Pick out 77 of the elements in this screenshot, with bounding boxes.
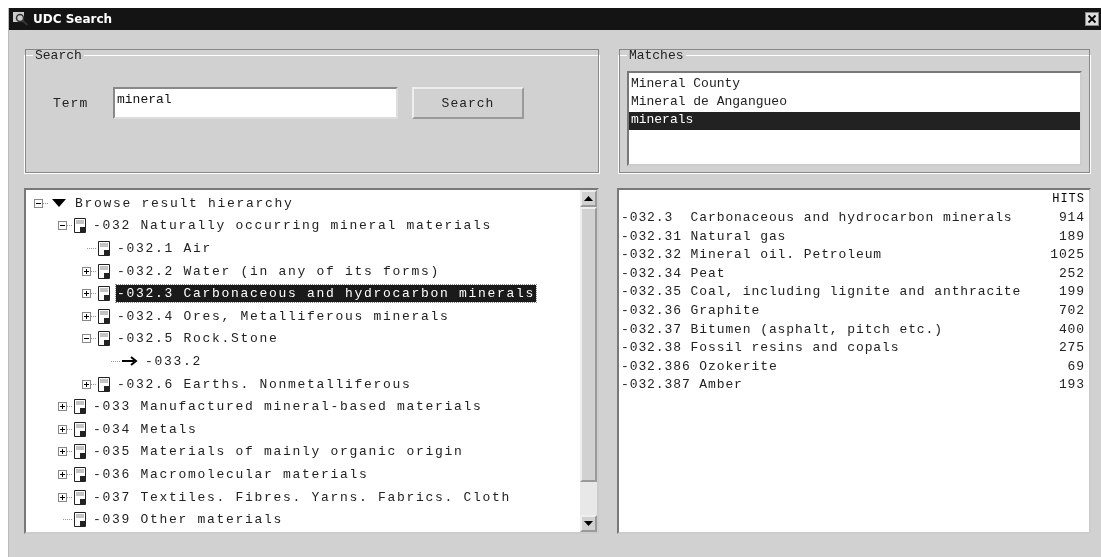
hits-count: 275 — [1058, 340, 1085, 358]
match-item[interactable]: Mineral de Angangueo — [628, 94, 1080, 112]
result-label: -032.36 Graphite — [621, 302, 761, 320]
document-icon — [98, 263, 110, 279]
collapse-icon[interactable] — [34, 198, 43, 208]
expand-icon[interactable] — [82, 266, 91, 276]
expand-icon[interactable] — [82, 311, 91, 321]
tree-item[interactable]: -033.2 — [144, 352, 203, 370]
hits-count: 1025 — [1050, 247, 1085, 265]
match-item[interactable]: Mineral County — [628, 76, 1080, 94]
document-icon — [98, 331, 110, 347]
collapse-icon[interactable] — [58, 221, 67, 231]
collapse-icon[interactable] — [82, 334, 91, 344]
document-icon — [74, 421, 86, 437]
hits-count: 400 — [1058, 321, 1085, 339]
expand-icon[interactable] — [82, 379, 91, 389]
result-label: -032.3 Carbonaceous and hydrocarbon minerals — [621, 210, 1013, 227]
result-label: -032.386 Ozokerite — [621, 358, 778, 376]
expand-icon[interactable] — [58, 492, 67, 502]
hits-count: 193 — [1058, 377, 1085, 395]
result-label: -032.34 Peat — [621, 265, 726, 283]
tree-item[interactable]: -034 Metals — [92, 420, 199, 438]
hits-count: 252 — [1058, 265, 1085, 283]
search-button[interactable]: Search — [412, 87, 524, 119]
result-label: -032.35 Coal, including lignite and anthracite — [621, 284, 1022, 302]
result-label: -032.37 Bitumen (asphalt, pitch etc.) — [621, 321, 943, 339]
document-icon — [98, 286, 110, 302]
match-item[interactable]: minerals — [628, 112, 1080, 130]
term-label: Term — [53, 95, 90, 111]
group-label: Matches — [627, 48, 685, 63]
tree-item[interactable]: -032 Naturally occurring mineral materials — [92, 217, 494, 235]
tree-item[interactable]: -037 Textiles. Fibres. Yarns. Fabrics. Cloth — [92, 488, 513, 506]
document-icon — [98, 376, 110, 392]
up-arrow-icon[interactable] — [584, 196, 593, 201]
document-icon — [98, 308, 110, 324]
hits-count: 189 — [1058, 228, 1085, 246]
group-label: Search — [34, 48, 83, 63]
close-icon[interactable] — [1085, 12, 1099, 26]
expand-icon[interactable] — [58, 447, 67, 457]
arrow-icon — [122, 356, 138, 367]
expand-icon[interactable] — [58, 424, 67, 434]
tree-item[interactable]: -032.1 Air — [116, 240, 213, 257]
expand-icon[interactable] — [82, 289, 91, 299]
result-label: -032.32 Mineral oil. Petroleum — [621, 247, 883, 265]
tree-item[interactable]: -032.5 Rock.Stone — [116, 330, 280, 348]
hits-count: 199 — [1058, 284, 1085, 302]
document-icon — [74, 399, 86, 415]
scrollbar[interactable] — [580, 190, 597, 532]
expand-icon[interactable] — [58, 469, 67, 479]
magnifier-icon — [13, 12, 29, 26]
tree-item[interactable]: -033 Manufactured mineral-based materials — [92, 398, 484, 416]
tree-item[interactable]: Browse result hierarchy — [74, 194, 295, 212]
caret-icon — [52, 199, 66, 208]
tree-item[interactable]: -032.4 Ores, Metalliferous minerals — [116, 307, 451, 325]
result-label: -032.38 Fossil resins and copals — [621, 340, 900, 358]
document-icon — [74, 489, 86, 505]
down-arrow-icon[interactable] — [584, 521, 593, 526]
document-icon — [74, 444, 86, 460]
tree-item[interactable]: -035 Materials of mainly organic origin — [92, 443, 465, 461]
document-icon — [98, 241, 110, 256]
tree-item[interactable]: -036 Macromolecular materials — [92, 465, 370, 483]
expand-icon[interactable] — [58, 402, 67, 412]
window-title: UDC Search — [33, 12, 114, 26]
document-icon — [74, 512, 86, 528]
result-label: -032.387 Amber — [621, 377, 743, 395]
hits-count: 702 — [1058, 302, 1085, 320]
tree-item[interactable]: -032.6 Earths. Nonmetalliferous — [116, 375, 413, 393]
result-label: -032.31 Natural gas — [621, 228, 787, 246]
tree-item[interactable]: -032.2 Water (in any of its forms) — [116, 262, 442, 280]
hits-count: 914 — [1058, 210, 1085, 227]
tree-item[interactable]: -039 Other materials — [92, 511, 285, 529]
tree-item[interactable]: -032.3 Carbonaceous and hydrocarbon minerals — [116, 285, 537, 303]
term-field[interactable]: mineral — [113, 87, 398, 119]
document-icon — [74, 218, 86, 234]
hits-header: HITS — [1052, 192, 1085, 208]
document-icon — [74, 466, 86, 482]
hits-count: 69 — [1067, 358, 1085, 376]
